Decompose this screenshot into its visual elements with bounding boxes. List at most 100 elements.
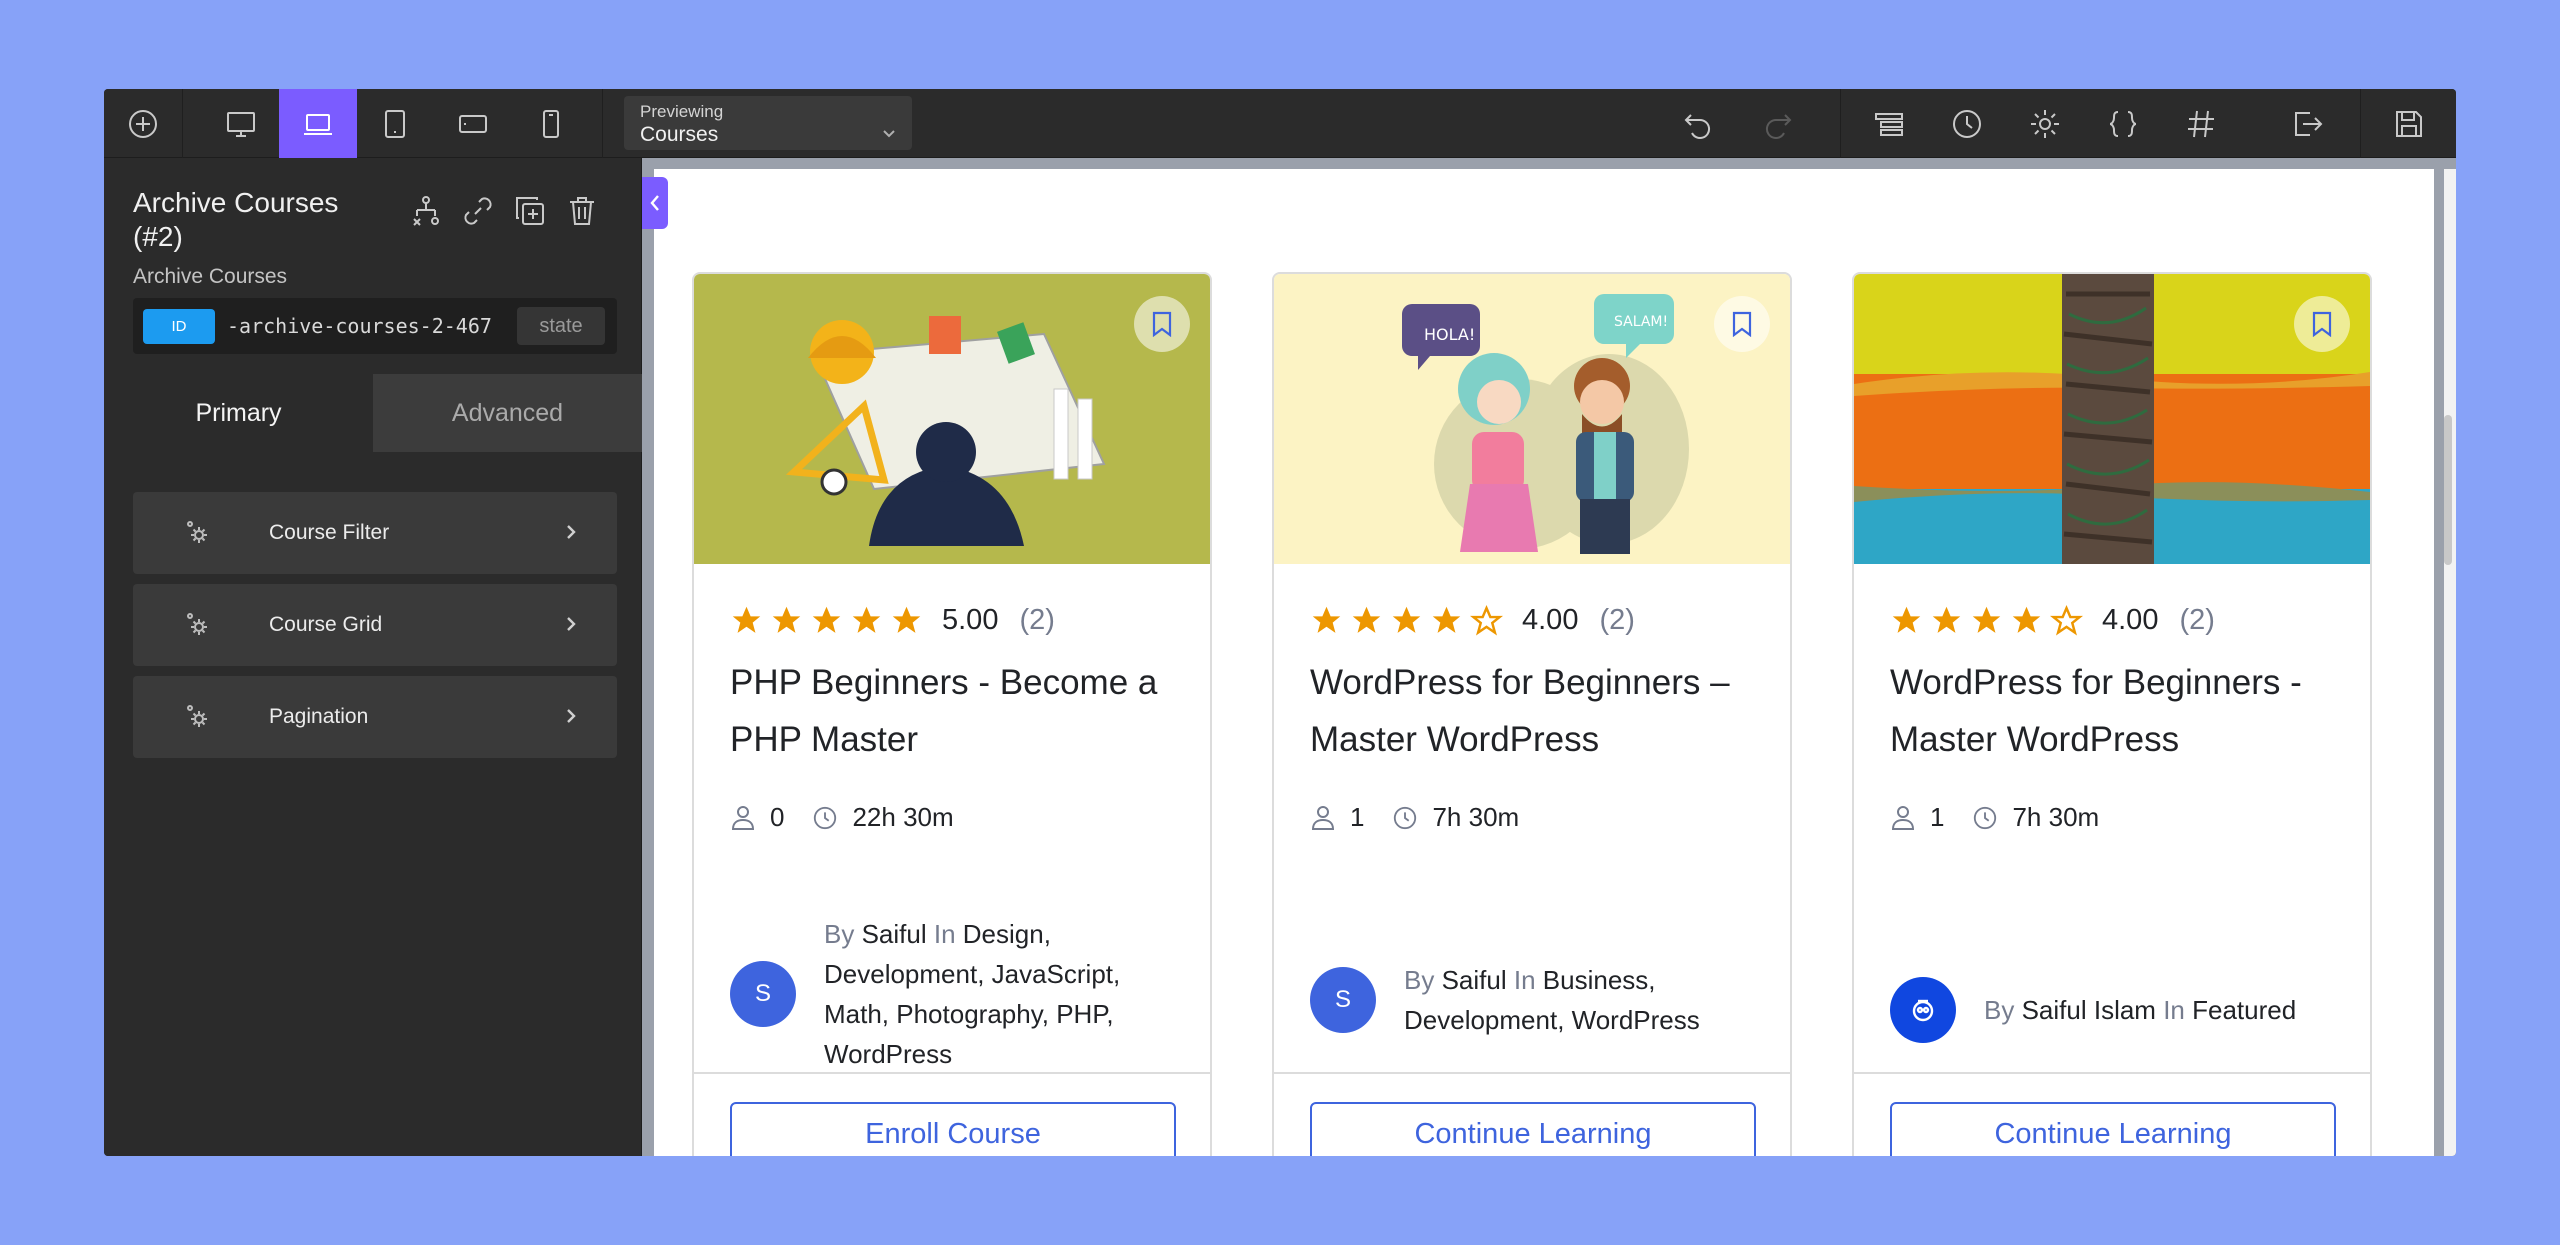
id-value[interactable]: -archive-courses-2-467 — [227, 314, 507, 338]
element-actions — [409, 194, 599, 228]
element-title: Archive Courses (#2) — [133, 187, 339, 252]
avatar[interactable] — [1890, 977, 1956, 1043]
section-label: Course Grid — [269, 613, 383, 636]
enroll-course-button[interactable]: Enroll Course — [730, 1102, 1176, 1156]
by-label: By — [1984, 995, 2015, 1025]
collapse-panel-button[interactable] — [642, 177, 668, 229]
gear-icon — [2031, 109, 2059, 138]
section-course-grid[interactable]: Course Grid — [133, 584, 617, 666]
star-icon — [1432, 606, 1461, 633]
chevron-down-icon — [882, 126, 896, 140]
course-meta: 1 7h 30m — [1890, 802, 2099, 833]
star-icon — [1392, 606, 1421, 633]
author-name[interactable]: Saiful — [1442, 965, 1507, 995]
add-element-button[interactable] — [104, 89, 182, 158]
student-count: 1 — [1350, 802, 1365, 832]
avatar[interactable]: S — [730, 961, 796, 1027]
duplicate-icon[interactable] — [513, 194, 547, 228]
clock-icon — [814, 806, 837, 829]
tab-advanced[interactable]: Advanced — [373, 374, 642, 452]
chevron-right-icon — [563, 616, 579, 632]
css-id-field[interactable]: ID -archive-courses-2-467 state — [133, 298, 617, 354]
course-title[interactable]: PHP Beginners - Become a PHP Master — [730, 654, 1180, 768]
exit-icon — [2295, 111, 2323, 136]
code-button[interactable] — [2084, 89, 2162, 158]
grid-button[interactable] — [2162, 89, 2240, 158]
save-button[interactable] — [2370, 89, 2448, 158]
in-label: In — [933, 919, 956, 949]
student-count: 0 — [770, 802, 785, 832]
clock-icon — [1394, 806, 1417, 829]
chevron-right-icon — [563, 708, 579, 724]
course-meta: 0 22h 30m — [730, 802, 954, 833]
trash-icon[interactable] — [565, 194, 599, 228]
element-tree-icon[interactable] — [409, 194, 443, 228]
author-name[interactable]: Saiful — [862, 919, 927, 949]
structure-button[interactable] — [1850, 89, 1928, 158]
star-outline-icon — [2050, 604, 2083, 636]
scrollbar-thumb[interactable] — [2444, 415, 2452, 565]
bookmark-icon — [1152, 311, 1172, 337]
section-course-filter[interactable]: Course Filter — [133, 492, 617, 574]
tablet-landscape-view-button[interactable] — [434, 89, 512, 158]
chevron-right-icon — [563, 524, 579, 540]
course-card: HOLA! SALAM! 4.00 (2) WordPress for Begi… — [1272, 272, 1792, 1156]
bookmark-button[interactable] — [1134, 296, 1190, 352]
tab-primary[interactable]: Primary — [104, 374, 373, 452]
tablet-view-button[interactable] — [356, 89, 434, 158]
continue-learning-button[interactable]: Continue Learning — [1310, 1102, 1756, 1156]
rating-value: 4.00 — [1522, 604, 1579, 636]
state-button[interactable]: state — [517, 307, 605, 345]
author-text: By Saiful In Business, Development, Word… — [1404, 960, 1734, 1040]
previewing-select[interactable]: Previewing Courses — [624, 96, 912, 150]
history-button[interactable] — [1928, 89, 2006, 158]
course-thumbnail[interactable] — [1854, 274, 2370, 564]
structure-icon — [1875, 112, 1903, 136]
canvas-scrollbar[interactable] — [2444, 169, 2456, 1156]
gear-icon — [185, 704, 211, 730]
hola-text: HOLA! — [1424, 325, 1475, 344]
bookmark-button[interactable] — [2294, 296, 2350, 352]
bookmark-icon — [1732, 311, 1752, 337]
continue-learning-button[interactable]: Continue Learning — [1890, 1102, 2336, 1156]
rating-count: (2) — [1599, 604, 1635, 636]
course-duration: 22h 30m — [852, 802, 954, 832]
mobile-view-button[interactable] — [512, 89, 590, 158]
rating-value: 4.00 — [2102, 604, 2159, 636]
builder-window: Previewing Courses Archive Courses (#2) … — [104, 89, 2456, 1156]
author-text: By Saiful In Design, Development, JavaSc… — [824, 914, 1154, 1074]
bookmark-button[interactable] — [1714, 296, 1770, 352]
mobile-icon — [543, 109, 559, 138]
course-title[interactable]: WordPress for Beginners – Master WordPre… — [1310, 654, 1760, 768]
course-rating: 4.00 (2) — [1890, 604, 2215, 637]
preview-page: 5.00 (2) PHP Beginners - Become a PHP Ma… — [654, 169, 2434, 1156]
star-icon — [1892, 606, 1921, 633]
previewing-value: Courses — [640, 123, 719, 146]
star-icon — [892, 606, 921, 633]
star-icon — [772, 606, 801, 633]
course-rating: 5.00 (2) — [730, 604, 1055, 637]
course-thumbnail[interactable]: HOLA! SALAM! — [1274, 274, 1790, 564]
salam-text: SALAM! — [1614, 314, 1668, 330]
hash-icon — [2188, 110, 2214, 137]
course-card: 4.00 (2) WordPress for Beginners - Maste… — [1852, 272, 2372, 1156]
course-rating: 4.00 (2) — [1310, 604, 1635, 637]
chevron-left-icon — [650, 195, 659, 211]
author-name[interactable]: Saiful Islam — [2022, 995, 2156, 1025]
desktop-view-button[interactable] — [202, 89, 280, 158]
laptop-view-button[interactable] — [279, 89, 357, 158]
divider — [1274, 1072, 1790, 1074]
redo-button[interactable] — [1739, 89, 1817, 158]
user-icon — [1891, 805, 1915, 830]
avatar[interactable]: S — [1310, 967, 1376, 1033]
section-pagination[interactable]: Pagination — [133, 676, 617, 758]
section-label: Course Filter — [269, 521, 390, 544]
settings-button[interactable] — [2006, 89, 2084, 158]
exit-button[interactable] — [2268, 89, 2346, 158]
course-title[interactable]: WordPress for Beginners - Master WordPre… — [1890, 654, 2340, 768]
link-icon[interactable] — [461, 194, 495, 228]
undo-button[interactable] — [1659, 89, 1737, 158]
course-categories[interactable]: Featured — [2192, 995, 2296, 1025]
course-thumbnail[interactable] — [694, 274, 1210, 564]
star-icon — [2012, 606, 2041, 633]
